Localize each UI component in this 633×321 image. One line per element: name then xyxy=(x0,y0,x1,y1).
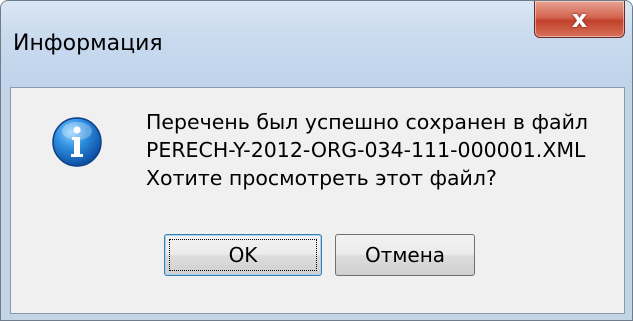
dialog-body: Перечень был успешно сохранен в файл PER… xyxy=(10,87,625,314)
message-dialog: Информация x Перечень был успешно сохран… xyxy=(0,0,633,321)
dialog-title: Информация xyxy=(13,31,163,56)
cancel-button-label: Отмена xyxy=(364,243,446,267)
cancel-button[interactable]: Отмена xyxy=(335,234,475,276)
message-line-1: Перечень был успешно сохранен в файл xyxy=(146,110,589,134)
information-icon xyxy=(52,117,102,167)
message-line-3: Хотите просмотреть этот файл? xyxy=(146,166,497,190)
message-text: Перечень был успешно сохранен в файл PER… xyxy=(146,108,588,192)
focus-ring xyxy=(169,239,317,271)
ok-button[interactable]: OK xyxy=(164,234,322,276)
close-icon: x xyxy=(571,5,588,33)
close-button[interactable]: x xyxy=(534,1,625,38)
title-bar[interactable]: Информация x xyxy=(1,1,632,87)
message-line-2: PERECH-Y-2012-ORG-034-111-000001.XML xyxy=(146,138,586,162)
